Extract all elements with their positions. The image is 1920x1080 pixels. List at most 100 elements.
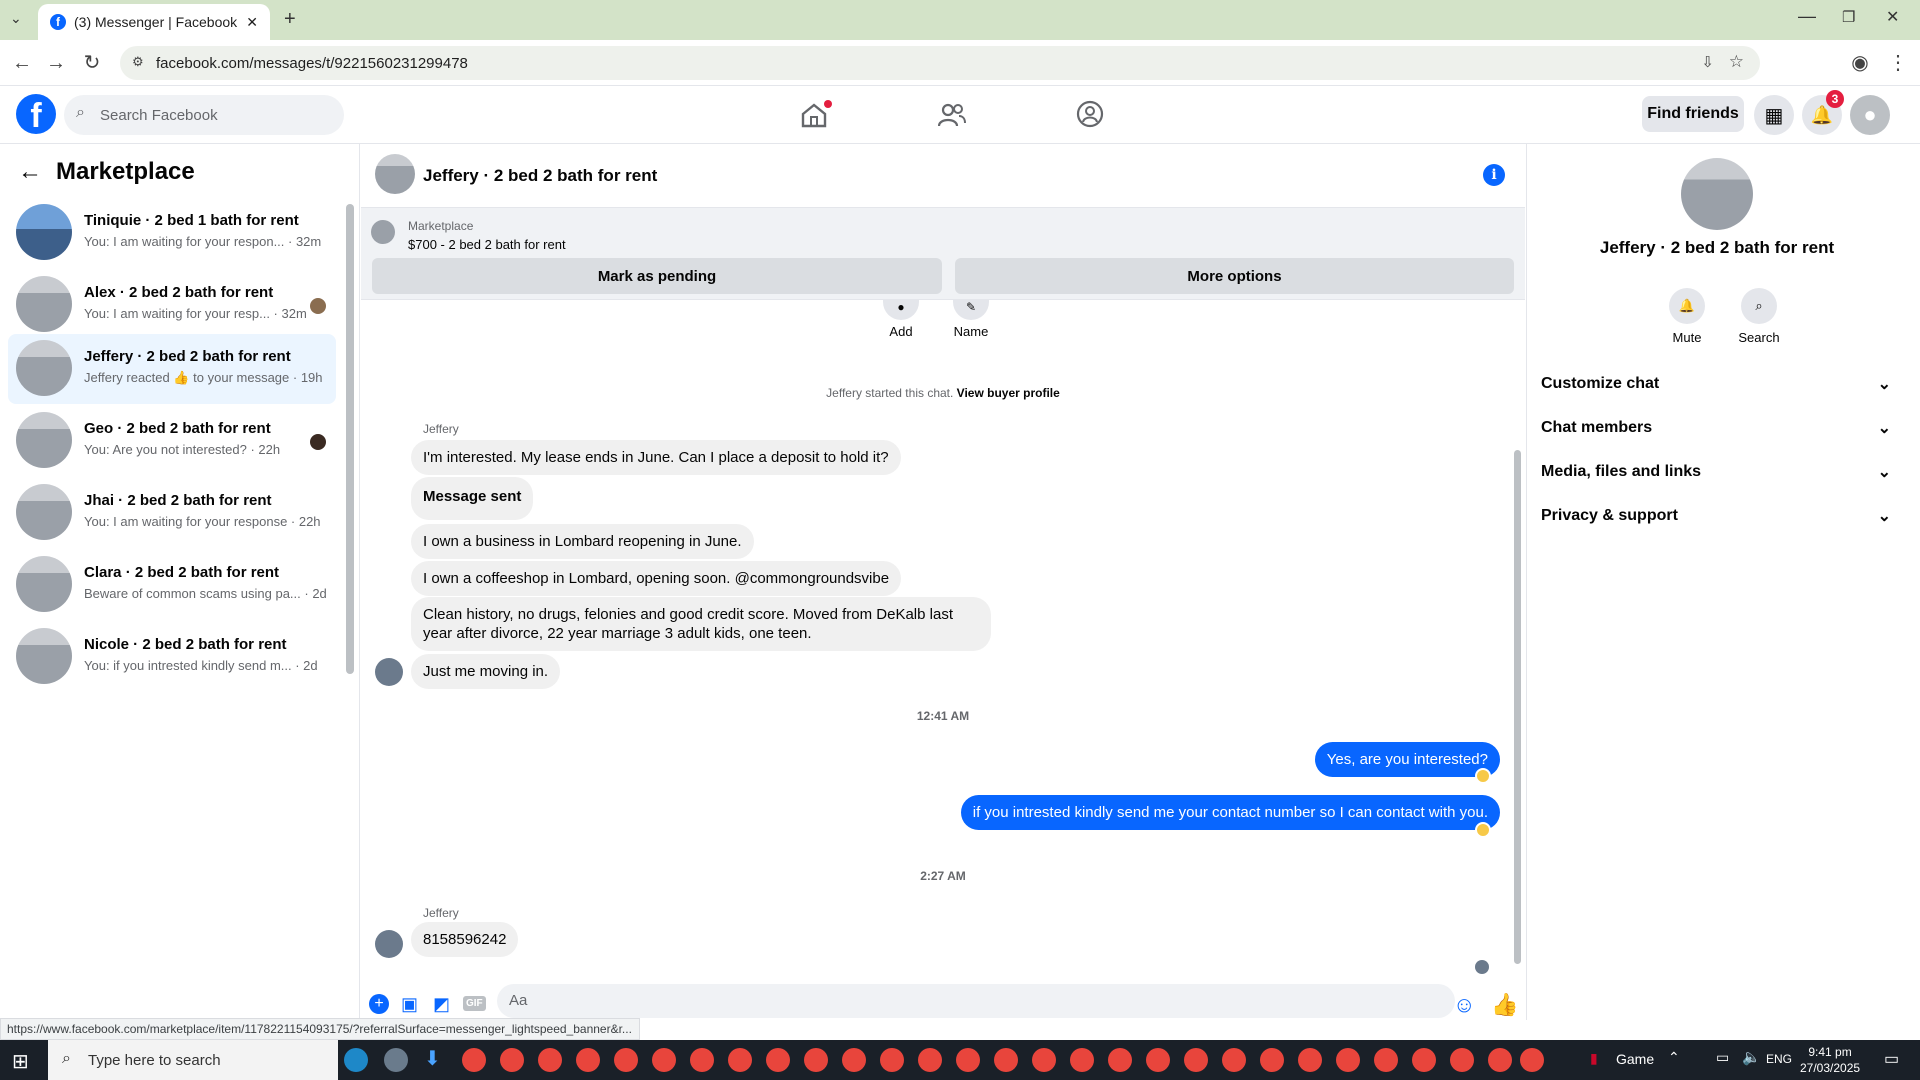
chrome-icon[interactable] — [728, 1048, 752, 1072]
chrome-icon[interactable] — [1298, 1048, 1322, 1072]
volume-icon[interactable]: 🔈 — [1742, 1048, 1761, 1066]
add-chip[interactable]: ● Add — [876, 300, 926, 339]
tab-list-icon[interactable]: ⌄ — [10, 10, 22, 27]
browser-menu-icon[interactable]: ⋮ — [1886, 51, 1910, 75]
facebook-logo-icon[interactable]: f — [16, 94, 56, 135]
media-files-links-row[interactable]: Media, files and links ⌄ — [1541, 454, 1891, 490]
chrome-icon[interactable] — [918, 1048, 942, 1072]
profile-icon[interactable]: ◉ — [1848, 51, 1872, 75]
chrome-icon[interactable] — [1520, 1048, 1544, 1072]
reload-icon[interactable]: ↻ — [80, 51, 104, 75]
chrome-icon[interactable] — [956, 1048, 980, 1072]
sticker-icon[interactable]: ◩ — [433, 994, 450, 1015]
chrome-icon[interactable] — [538, 1048, 562, 1072]
chat-title[interactable]: Jeffery · 2 bed 2 bath for rent — [423, 166, 657, 186]
conversation-item[interactable]: Nicole · 2 bed 2 bath for rent You: if y… — [8, 622, 336, 692]
sender-avatar[interactable] — [375, 930, 403, 958]
chat-avatar[interactable] — [375, 154, 415, 194]
chrome-icon[interactable] — [500, 1048, 524, 1072]
gif-icon[interactable]: GIF — [463, 996, 486, 1011]
conversation-list-scrollbar[interactable] — [346, 204, 354, 674]
menu-grid-icon[interactable]: ▦ — [1754, 95, 1794, 135]
conversation-item[interactable]: Jhai · 2 bed 2 bath for rent You: I am w… — [8, 478, 336, 548]
groups-icon[interactable] — [1076, 100, 1104, 128]
reaction-emoji[interactable] — [1475, 822, 1491, 838]
install-app-icon[interactable]: ⇩ — [1701, 53, 1714, 71]
bookmark-star-icon[interactable]: ☆ — [1729, 52, 1744, 72]
url-field[interactable]: ⚙ facebook.com/messages/t/92215602312994… — [120, 46, 1760, 80]
chrome-icon[interactable] — [1412, 1048, 1436, 1072]
site-info-icon[interactable]: ⚙ — [132, 54, 144, 70]
reaction-emoji[interactable] — [1475, 768, 1491, 784]
chrome-icon[interactable] — [1374, 1048, 1398, 1072]
chrome-icon[interactable] — [576, 1048, 600, 1072]
chat-members-row[interactable]: Chat members ⌄ — [1541, 410, 1891, 446]
facebook-search-input[interactable]: ⌕ Search Facebook — [64, 95, 344, 135]
chrome-icon[interactable] — [1260, 1048, 1284, 1072]
download-icon[interactable]: ⬇ — [424, 1046, 441, 1071]
chrome-icon[interactable] — [652, 1048, 676, 1072]
account-avatar[interactable]: ● — [1850, 95, 1890, 135]
chrome-icon[interactable] — [880, 1048, 904, 1072]
more-options-button[interactable]: More options — [955, 258, 1514, 294]
chrome-icon[interactable] — [1146, 1048, 1170, 1072]
search-action[interactable]: ⌕ Search — [1729, 288, 1789, 345]
conversation-item[interactable]: Geo · 2 bed 2 bath for rent You: Are you… — [8, 406, 336, 476]
message-bubble[interactable]: Message sent — [411, 477, 534, 520]
chrome-icon[interactable] — [994, 1048, 1018, 1072]
conversation-item-active[interactable]: Jeffery · 2 bed 2 bath for rent Jeffery … — [8, 334, 336, 404]
chrome-icon[interactable] — [804, 1048, 828, 1072]
sent-message-bubble[interactable]: if you intrested kindly send me your con… — [960, 795, 1500, 830]
minimize-icon[interactable]: — — [1798, 6, 1816, 27]
conversation-item[interactable]: Tiniquie · 2 bed 1 bath for rent You: I … — [8, 198, 336, 268]
chrome-icon[interactable] — [842, 1048, 866, 1072]
emoji-icon[interactable]: ☺ — [1453, 992, 1475, 1018]
sent-message-bubble[interactable]: Yes, are you interested? — [1314, 742, 1500, 777]
close-tab-icon[interactable]: ✕ — [246, 14, 258, 31]
chrome-icon[interactable] — [1184, 1048, 1208, 1072]
listing-avatar[interactable] — [1681, 158, 1753, 230]
system-clock[interactable]: 9:41 pm 27/03/2025 — [1800, 1044, 1860, 1076]
chrome-icon[interactable] — [1336, 1048, 1360, 1072]
chrome-icon[interactable] — [1032, 1048, 1056, 1072]
forward-icon[interactable]: → — [44, 51, 68, 75]
browser-tab[interactable]: f (3) Messenger | Facebook ✕ — [38, 4, 270, 40]
windows-start-icon[interactable]: ⊞ — [12, 1049, 29, 1074]
new-tab-icon[interactable]: + — [284, 8, 296, 31]
back-icon[interactable]: ← — [10, 51, 34, 75]
view-buyer-profile-link[interactable]: View buyer profile — [957, 386, 1060, 400]
restore-icon[interactable]: ❐ — [1842, 8, 1855, 26]
mark-as-pending-button[interactable]: Mark as pending — [372, 258, 942, 294]
photo-icon[interactable]: ▣ — [401, 994, 418, 1015]
language-indicator[interactable]: ENG — [1766, 1052, 1792, 1066]
network-icon[interactable]: ▭ — [1716, 1049, 1729, 1066]
name-chip[interactable]: ✎ Name — [946, 300, 996, 339]
chrome-icon[interactable] — [1450, 1048, 1474, 1072]
customize-chat-row[interactable]: Customize chat ⌄ — [1541, 366, 1891, 402]
like-icon[interactable]: 👍 — [1491, 992, 1518, 1018]
chrome-icon[interactable] — [462, 1048, 486, 1072]
chrome-icon[interactable] — [1108, 1048, 1132, 1072]
chrome-icon[interactable] — [1222, 1048, 1246, 1072]
conversation-item[interactable]: Alex · 2 bed 2 bath for rent You: I am w… — [8, 270, 336, 340]
app-icon[interactable] — [384, 1048, 408, 1072]
message-bubble[interactable]: 8158596242 — [411, 922, 519, 957]
nba-icon[interactable]: ▮ — [1590, 1050, 1598, 1067]
tray-chevron-icon[interactable]: ⌃ — [1668, 1049, 1680, 1066]
notification-center-icon[interactable]: ▭ — [1884, 1049, 1899, 1069]
more-actions-icon[interactable]: + — [369, 994, 389, 1014]
friends-icon[interactable] — [938, 102, 966, 128]
back-arrow-icon[interactable]: ← — [18, 158, 42, 186]
mute-action[interactable]: 🔔 Mute — [1657, 288, 1717, 345]
message-input[interactable]: Aa — [497, 984, 1455, 1018]
taskbar-search-input[interactable]: ⌕ Type here to search — [48, 1040, 338, 1080]
find-friends-button[interactable]: Find friends — [1642, 96, 1744, 132]
message-bubble[interactable]: Clean history, no drugs, felonies and go… — [411, 597, 991, 651]
message-bubble[interactable]: Just me moving in. — [411, 654, 561, 689]
chrome-icon[interactable] — [690, 1048, 714, 1072]
message-bubble[interactable]: I own a business in Lombard reopening in… — [411, 524, 754, 559]
chat-scrollbar[interactable] — [1514, 450, 1521, 964]
edge-icon[interactable] — [344, 1048, 368, 1072]
chrome-icon[interactable] — [1070, 1048, 1094, 1072]
chrome-icon[interactable] — [614, 1048, 638, 1072]
